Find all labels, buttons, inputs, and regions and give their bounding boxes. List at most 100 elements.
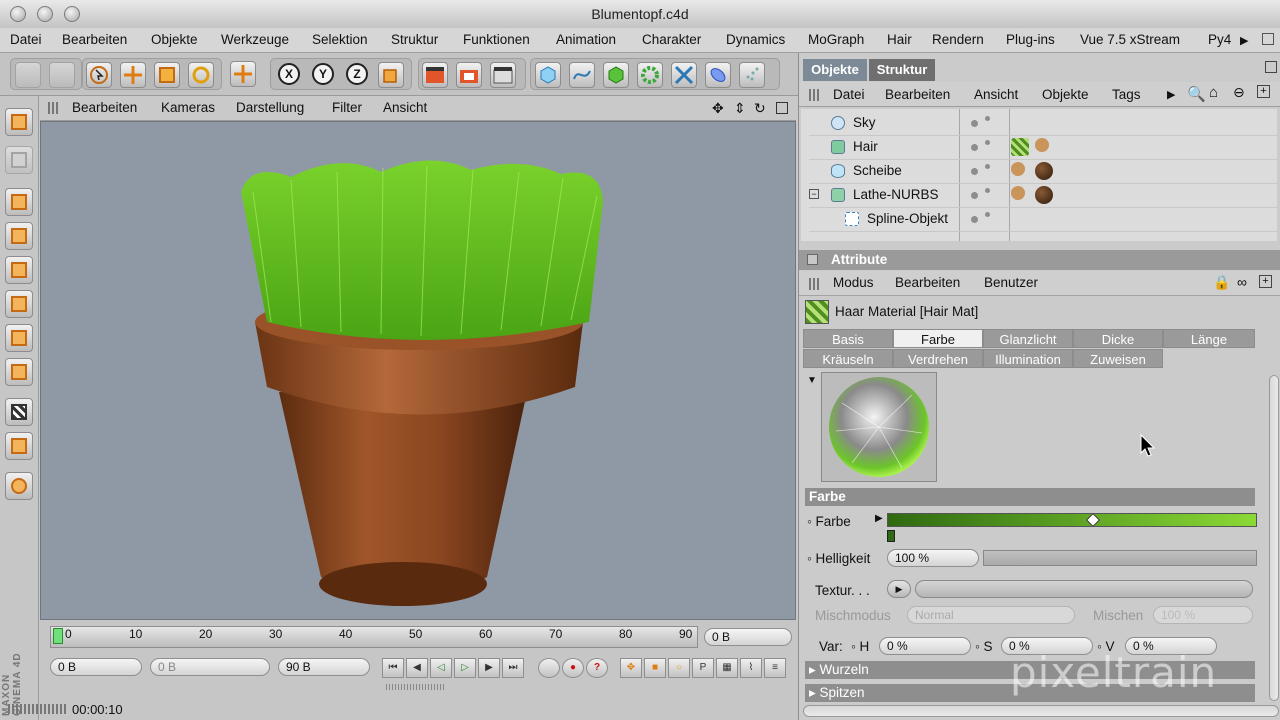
home-icon[interactable]: ⌂ (1209, 84, 1218, 101)
deformer-object-button[interactable] (671, 62, 697, 88)
tab-dicke[interactable]: Dicke (1073, 329, 1163, 348)
play-backward-button[interactable]: ◁ (430, 658, 452, 678)
menu-overflow-arrow-icon[interactable]: ▶ (1240, 34, 1248, 47)
interpolation-button[interactable]: ⌇ (740, 658, 762, 678)
snap-button[interactable] (5, 398, 33, 426)
visibility-dot-icon[interactable] (971, 192, 978, 199)
x-axis-lock-button[interactable]: X (278, 63, 300, 85)
tab-farbe[interactable]: Farbe (893, 329, 983, 348)
preview-min-field[interactable]: 0 B (150, 658, 270, 676)
object-mode-button[interactable] (5, 146, 33, 174)
playhead-marker[interactable] (53, 628, 63, 644)
hair-material-tag-icon[interactable] (1011, 138, 1029, 156)
redo-button[interactable] (49, 62, 75, 88)
key-rotation-button[interactable]: ○ (668, 658, 690, 678)
live-selection-button[interactable] (86, 62, 112, 88)
cube-object-button[interactable] (535, 62, 561, 88)
viewport-menu-ansicht[interactable]: Ansicht (383, 100, 427, 115)
tab-verdrehen[interactable]: Verdrehen (893, 349, 983, 368)
tab-laenge[interactable]: Länge (1163, 329, 1255, 348)
viewport-dolly-icon[interactable]: ⇕ (734, 100, 746, 117)
viewport-pan-icon[interactable]: ✥ (712, 100, 724, 117)
section-farbe-header[interactable]: Farbe (805, 488, 1255, 506)
timeline-menu-button[interactable]: ≡ (764, 658, 786, 678)
world-coordinates-button[interactable] (230, 61, 256, 87)
texture-mode-button[interactable] (5, 290, 33, 318)
menu-charakter[interactable]: Charakter (642, 32, 701, 47)
particle-object-button[interactable] (739, 62, 765, 88)
move-tool-button[interactable] (120, 62, 146, 88)
rotate-tool-button[interactable] (188, 62, 214, 88)
object-row-sky[interactable]: Sky (809, 111, 1279, 136)
autokey-button[interactable]: ● (562, 658, 584, 678)
menu-datei[interactable]: Datei (10, 32, 42, 47)
textur-menu-button[interactable]: ▶ (887, 580, 911, 598)
phong-tag-icon[interactable] (1011, 162, 1025, 176)
phong-tag-icon[interactable] (1011, 186, 1025, 200)
objects-menu-bearbeiten[interactable]: Bearbeiten (885, 87, 950, 102)
collapse-toggle-icon[interactable]: − (809, 189, 819, 199)
3d-viewport[interactable] (40, 121, 796, 620)
workplane-mode-button[interactable] (5, 358, 33, 386)
render-region-button[interactable] (456, 62, 482, 88)
axis-mode-button[interactable] (5, 324, 33, 352)
helligkeit-field[interactable]: 100 % (887, 549, 979, 567)
point-mode-button[interactable] (5, 188, 33, 216)
render-dot-icon[interactable] (985, 188, 990, 193)
gradient-expand-arrow-icon[interactable]: ▶ (875, 513, 883, 524)
undo-button[interactable] (15, 62, 41, 88)
objects-menu-datei[interactable]: Datei (833, 87, 865, 102)
viewport-menu-filter[interactable]: Filter (332, 100, 362, 115)
goto-end-button[interactable]: ⏭ (502, 658, 524, 678)
menu-rendern[interactable]: Rendern (932, 32, 984, 47)
menu-funktionen[interactable]: Funktionen (463, 32, 530, 47)
attribute-menu-bearbeiten[interactable]: Bearbeiten (895, 275, 960, 290)
object-row-lathe-nurbs[interactable]: − Lathe-NURBS (809, 183, 1279, 208)
objects-menu-more-arrow-icon[interactable]: ▶ (1167, 88, 1175, 101)
visibility-dot-icon[interactable] (971, 120, 978, 127)
tab-objekte[interactable]: Objekte (803, 59, 867, 81)
new-window-icon[interactable]: + (1257, 85, 1270, 98)
helligkeit-slider[interactable] (983, 550, 1257, 566)
record-keys-button[interactable] (538, 658, 560, 678)
attribute-horizontal-scrollbar[interactable] (803, 705, 1279, 717)
tab-glanzlicht[interactable]: Glanzlicht (983, 329, 1073, 348)
var-h-field[interactable]: 0 % (879, 637, 971, 655)
menu-hair[interactable]: Hair (887, 32, 912, 47)
render-dot-icon[interactable] (985, 140, 990, 145)
polygon-mode-button[interactable] (5, 256, 33, 284)
attribute-new-window-icon[interactable]: + (1259, 275, 1272, 288)
grid-snap-button[interactable] (5, 432, 33, 460)
menu-objekte[interactable]: Objekte (151, 32, 198, 47)
mischmodus-dropdown[interactable]: Normal (907, 606, 1075, 624)
attribute-menu-modus[interactable]: Modus (833, 275, 874, 290)
visibility-dot-icon[interactable] (971, 168, 978, 175)
menu-bearbeiten[interactable]: Bearbeiten (62, 32, 127, 47)
current-frame-field[interactable]: 0 B (704, 628, 792, 646)
viewport-menu-darstellung[interactable]: Darstellung (236, 100, 304, 115)
model-mode-button[interactable] (5, 108, 33, 136)
menu-vue-xstream[interactable]: Vue 7.5 xStream (1080, 32, 1180, 47)
z-axis-lock-button[interactable]: Z (346, 63, 368, 85)
array-object-button[interactable] (637, 62, 663, 88)
menu-struktur[interactable]: Struktur (391, 32, 438, 47)
goto-start-button[interactable]: ⏮ (382, 658, 404, 678)
objects-menu-tags[interactable]: Tags (1112, 87, 1141, 102)
search-icon[interactable]: 🔍 (1187, 85, 1206, 103)
objects-menu-objekte[interactable]: Objekte (1042, 87, 1089, 102)
tab-zuweisen[interactable]: Zuweisen (1073, 349, 1163, 368)
scene-object-button[interactable] (705, 62, 731, 88)
menu-werkzeuge[interactable]: Werkzeuge (221, 32, 289, 47)
render-dot-icon[interactable] (985, 164, 990, 169)
key-pla-button[interactable]: ▦ (716, 658, 738, 678)
menu-plugins[interactable]: Plug-ins (1006, 32, 1055, 47)
object-row-hair[interactable]: Hair (809, 135, 1279, 160)
object-coordinates-button[interactable] (378, 62, 404, 88)
key-position-button[interactable]: ✥ (620, 658, 642, 678)
mischen-field[interactable]: 100 % (1153, 606, 1253, 624)
material-tag-icon[interactable] (1035, 162, 1053, 180)
key-scale-button[interactable]: ■ (644, 658, 666, 678)
attribute-menu-benutzer[interactable]: Benutzer (984, 275, 1038, 290)
viewport-rotate-icon[interactable]: ↻ (754, 100, 766, 117)
attribute-scrollbar[interactable] (1269, 375, 1279, 701)
